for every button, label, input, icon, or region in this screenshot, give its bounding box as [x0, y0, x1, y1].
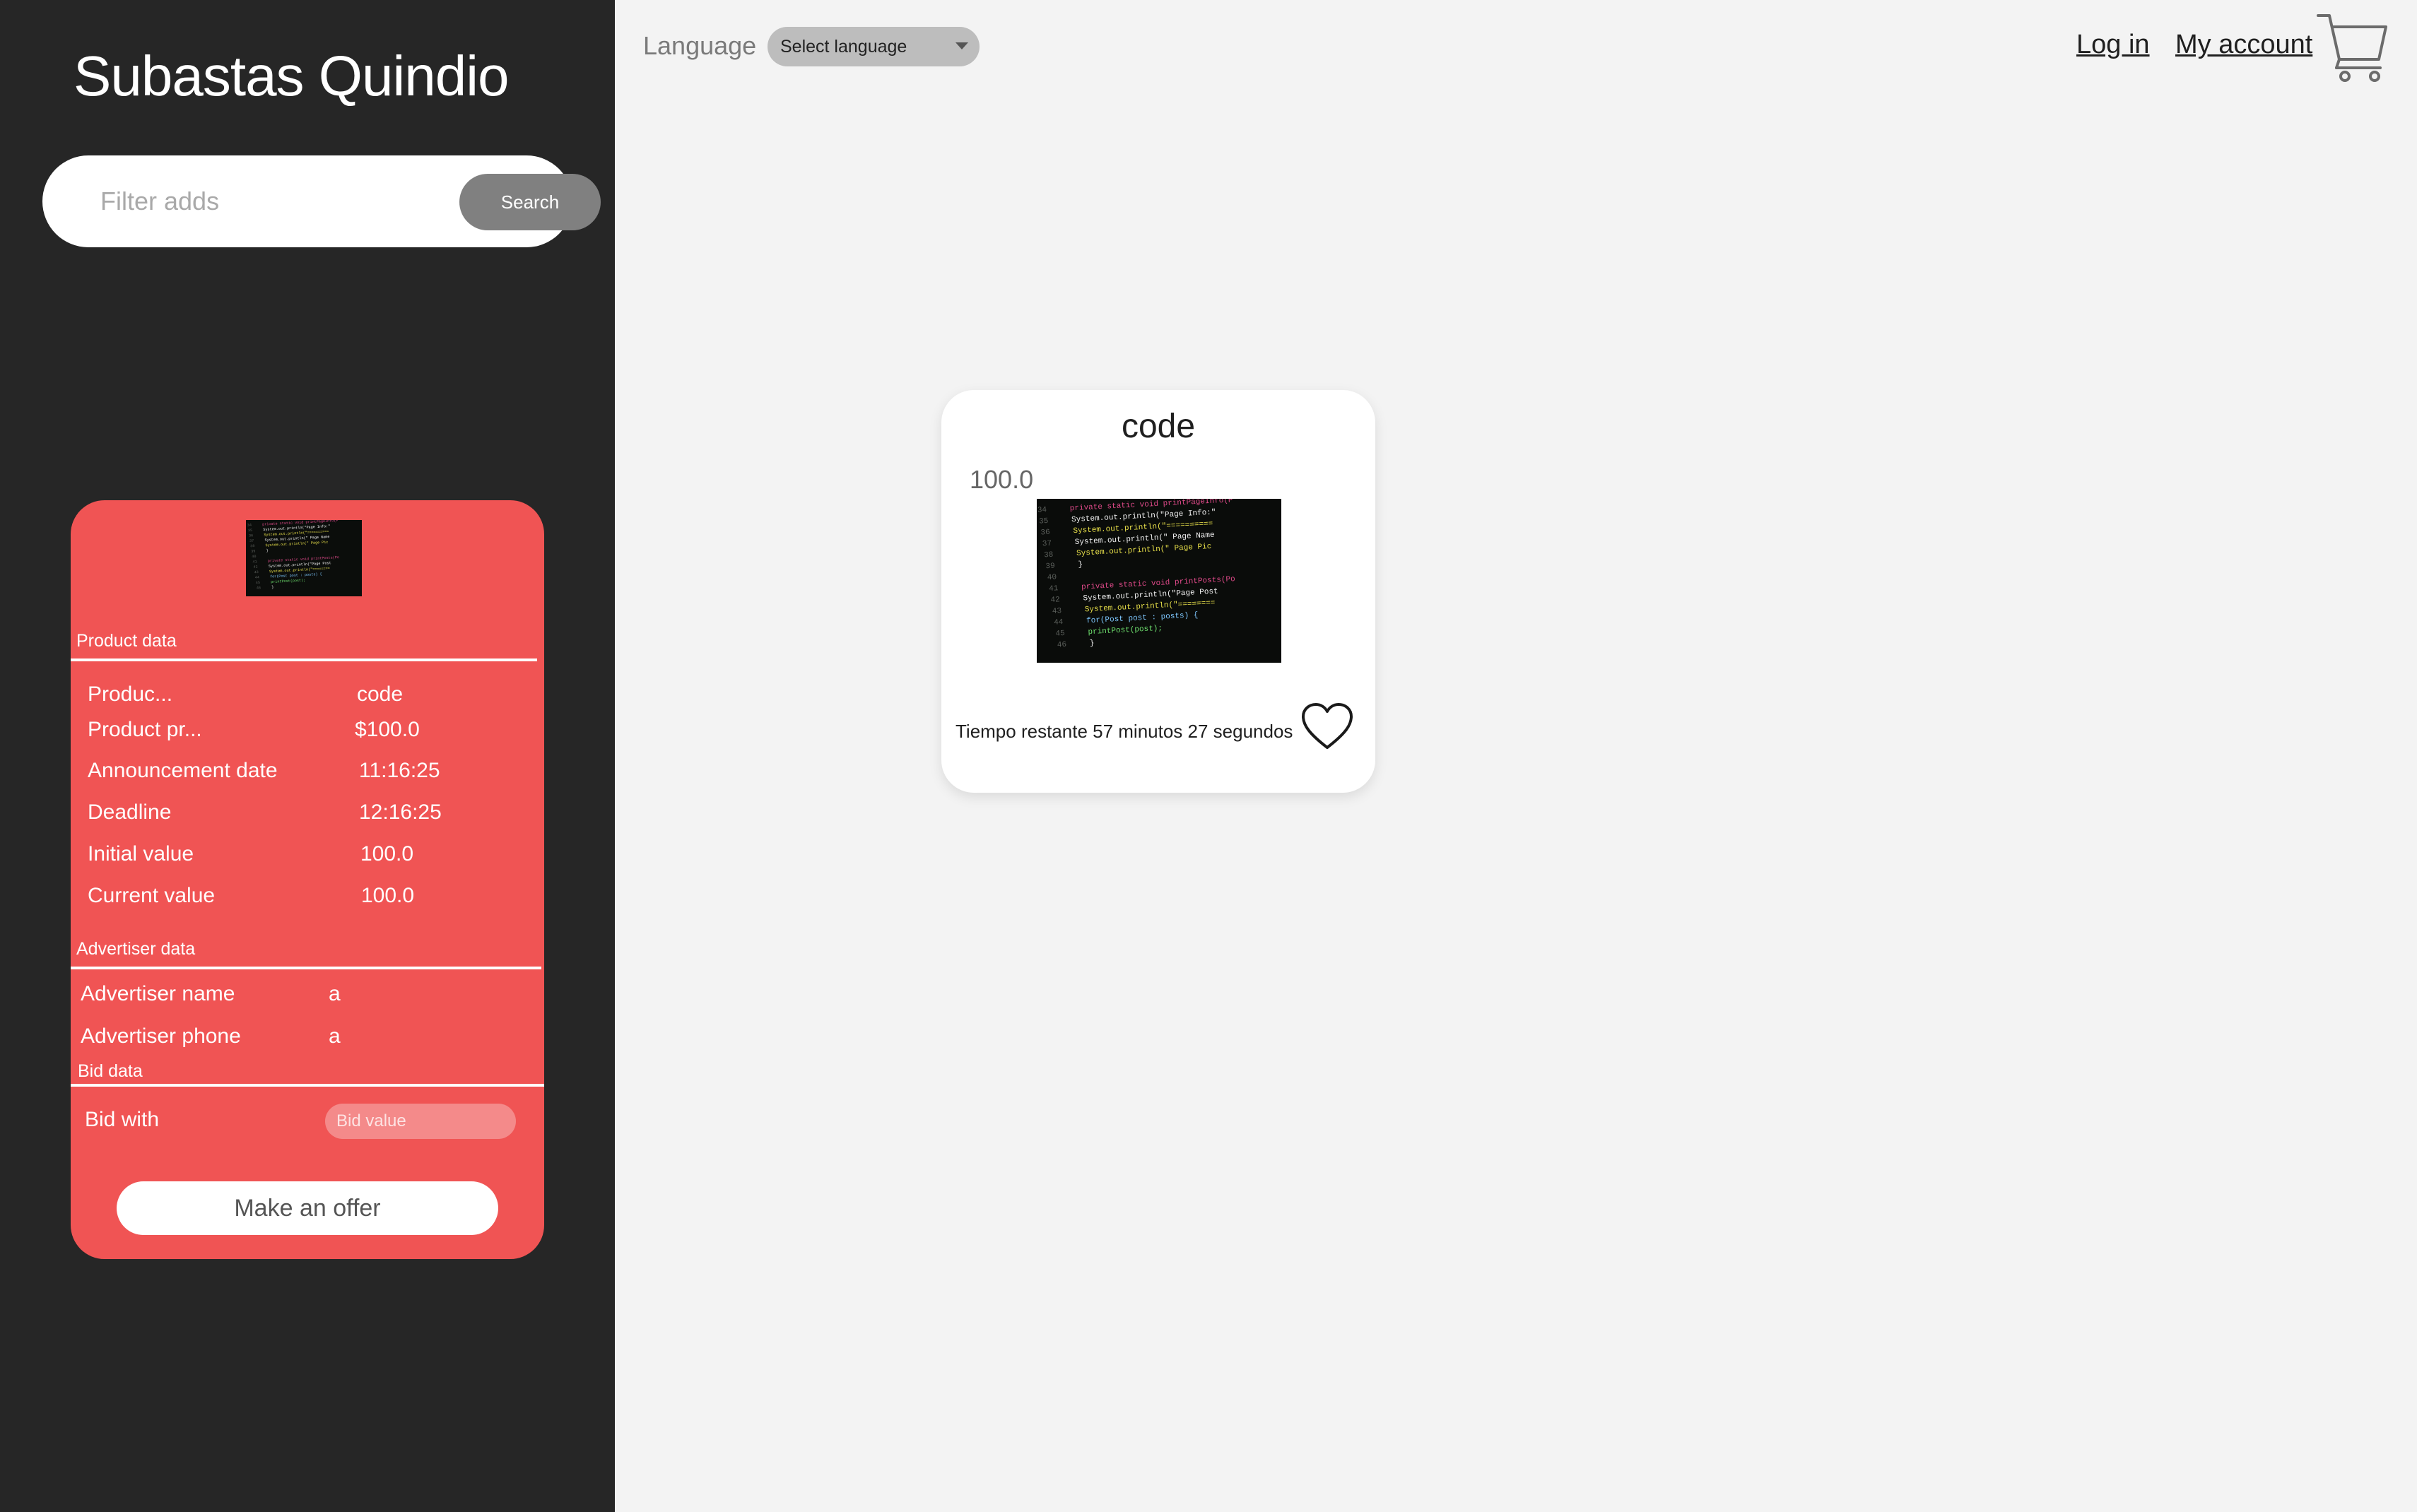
code-line: printPost(post); — [271, 578, 305, 584]
deadline-value: 12:16:25 — [359, 801, 442, 824]
product-name-value: code — [357, 683, 404, 706]
code-line-number: 42 — [1050, 596, 1060, 605]
product-data-divider — [71, 658, 537, 661]
advertiser-phone-value: a — [329, 1024, 341, 1048]
code-line-number: 36 — [1040, 528, 1050, 538]
product-name-label: Produc... — [88, 683, 173, 706]
code-line: } — [271, 585, 274, 589]
initial-value-label: Initial value — [88, 842, 194, 866]
code-line-number: 43 — [254, 570, 259, 574]
announcement-date-value: 11:16:25 — [359, 759, 440, 782]
code-line-number: 37 — [249, 539, 254, 543]
code-line-number: 40 — [1047, 573, 1057, 582]
app-title: Subastas Quindio — [73, 45, 510, 107]
chevron-down-icon — [955, 42, 968, 49]
advertiser-data-divider — [71, 967, 541, 969]
sidebar: Subastas Quindio Search 34private static… — [0, 0, 615, 1512]
bid-data-divider — [71, 1084, 544, 1087]
code-line-number: 46 — [1057, 641, 1067, 650]
code-line: } — [1090, 639, 1095, 648]
code-line-number: 44 — [1054, 618, 1064, 627]
code-line-number: 35 — [248, 528, 252, 533]
code-line-number: 45 — [1055, 630, 1065, 639]
code-line-number: 40 — [252, 555, 256, 559]
bid-data-section-label: Bid data — [78, 1061, 143, 1081]
bid-with-label: Bid with — [85, 1108, 160, 1131]
code-line-number: 38 — [1044, 551, 1054, 560]
code-line-number: 43 — [1052, 607, 1062, 616]
search-button[interactable]: Search — [459, 174, 601, 230]
advertiser-data-section-label: Advertiser data — [76, 939, 196, 959]
code-line-number: 41 — [252, 560, 257, 564]
code-line-number: 42 — [253, 565, 257, 569]
code-line-number: 45 — [256, 581, 260, 585]
product-data-section-label: Product data — [76, 631, 177, 651]
current-value-value: 100.0 — [361, 884, 415, 907]
code-line: } — [1078, 560, 1083, 569]
deadline-label: Deadline — [88, 801, 172, 824]
code-line: for(Post post : posts) { — [1086, 611, 1199, 625]
search-input[interactable] — [100, 177, 440, 226]
announcement-date-label: Announcement date — [88, 759, 278, 782]
advertiser-name-value: a — [329, 982, 341, 1005]
language-select[interactable]: Select language — [768, 27, 980, 66]
code-line-number: 38 — [250, 544, 254, 548]
advertiser-phone-label: Advertiser phone — [81, 1024, 241, 1048]
login-link[interactable]: Log in — [2076, 30, 2150, 60]
my-account-link[interactable]: My account — [2175, 30, 2312, 60]
product-card-title: code — [1121, 408, 1196, 445]
product-card-image: 34 private static void printPageInfo(P 35 … — [1037, 499, 1281, 663]
code-line-number: 41 — [1049, 584, 1059, 593]
language-label: Language — [643, 31, 757, 60]
product-card[interactable]: code 100.0 34 private static void printPa… — [941, 390, 1375, 793]
code-line-number: 35 — [1039, 517, 1049, 526]
code-line-number: 44 — [255, 575, 259, 579]
shopping-cart-icon[interactable] — [2315, 10, 2389, 83]
search-box: Search — [42, 155, 601, 247]
code-line-number: 37 — [1042, 540, 1052, 549]
product-detail-card: 34 private static void printPageInfo(P 35 … — [71, 500, 544, 1259]
bid-value-input[interactable] — [325, 1104, 516, 1139]
make-offer-button[interactable]: Make an offer — [117, 1181, 498, 1235]
initial-value-value: 100.0 — [360, 842, 414, 866]
advertiser-name-label: Advertiser name — [81, 982, 235, 1005]
product-price-value: $100.0 — [355, 718, 420, 741]
product-detail-image: 34 private static void printPageInfo(P 35 … — [246, 520, 362, 596]
current-value-label: Current value — [88, 884, 216, 907]
time-remaining-text: Tiempo restante 57 minutos 27 segundos — [955, 721, 1293, 742]
code-line-number: 34 — [247, 523, 252, 527]
code-line-number: 46 — [257, 586, 261, 590]
product-price-label: Product pr... — [88, 718, 202, 741]
code-line-number: 39 — [1045, 562, 1055, 572]
product-card-price: 100.0 — [970, 465, 1034, 494]
heart-icon[interactable] — [1300, 702, 1354, 752]
code-line-number: 34 — [1037, 506, 1047, 515]
code-line: printPost(post); — [1088, 625, 1163, 637]
language-select-value: Select language — [780, 37, 907, 57]
code-line: } — [266, 548, 269, 553]
code-line-number: 36 — [249, 533, 253, 538]
code-line-number: 39 — [251, 549, 255, 553]
code-screenshot-image: 34 private static void printPageInfo(P35 … — [247, 520, 339, 591]
code-screenshot-image: 34 private static void printPageInfo(P35 … — [1037, 499, 1235, 650]
